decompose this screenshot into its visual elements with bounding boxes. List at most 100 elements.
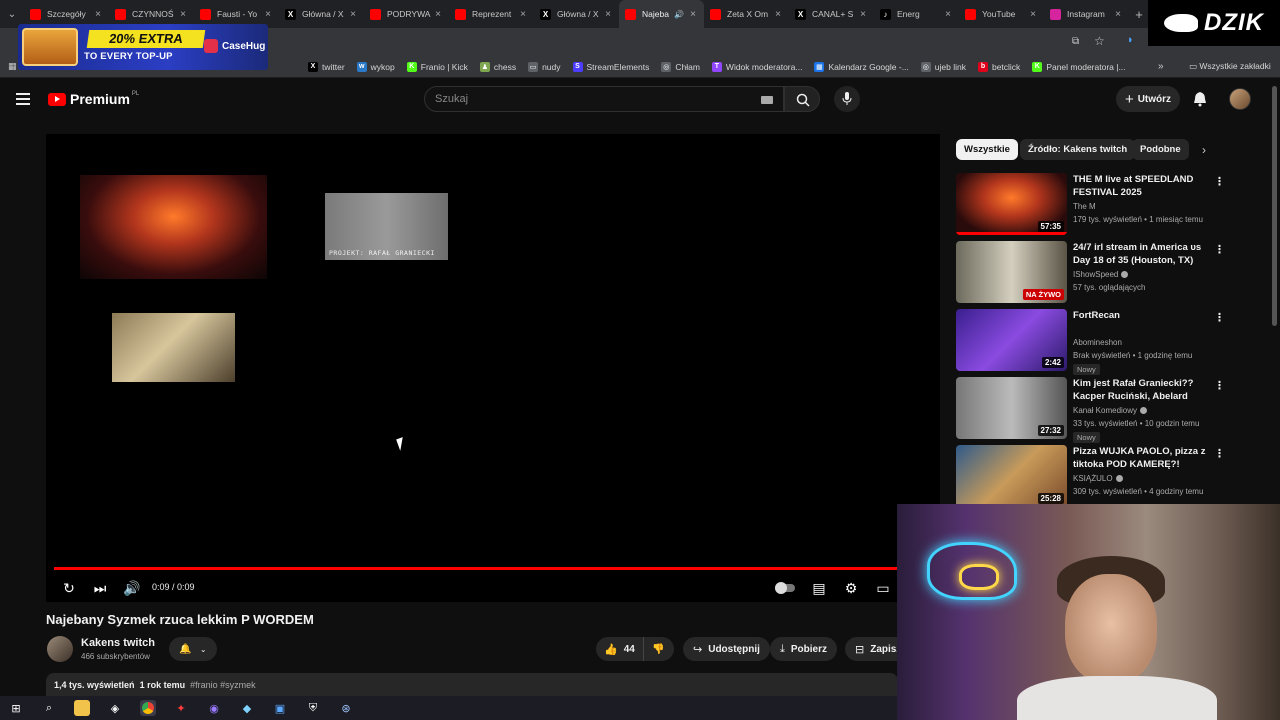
bookmark-item[interactable]: w wykop <box>356 61 395 72</box>
recommended-title[interactable]: FortRecan <box>1073 309 1211 322</box>
autoplay-toggle-icon[interactable] <box>774 578 796 598</box>
video-thumbnail[interactable]: 2:42 <box>956 309 1067 371</box>
tab-close-icon[interactable]: × <box>773 9 783 20</box>
recommended-video[interactable]: 57:35 THE M live at SPEEDLAND FESTIVAL 20… <box>956 173 1236 237</box>
description-box[interactable]: 1,4 tys. wyświetleń 1 rok temu #franio #… <box>46 673 898 697</box>
bookmark-item[interactable]: K Franio | Kick <box>406 61 468 72</box>
bookmark-star-icon[interactable]: ☆ <box>1094 34 1105 48</box>
video-thumbnail[interactable]: 57:35 <box>956 173 1067 235</box>
app-icon-4[interactable]: ◆ <box>239 700 255 716</box>
bookmark-item[interactable]: Xtwitter <box>308 61 345 72</box>
bookmark-item[interactable]: ▭ nudy <box>528 61 561 72</box>
menu-icon[interactable] <box>16 93 30 105</box>
bookmark-item[interactable]: ▦ Kalendarz Google -... <box>814 61 909 72</box>
share-button[interactable]: ↪ Udostępnij <box>683 637 770 661</box>
more-options-icon[interactable]: ⋮ <box>1214 379 1225 392</box>
tab-close-icon[interactable]: × <box>1113 9 1123 20</box>
browser-tab[interactable]: Reprezent × <box>449 0 534 28</box>
casehug-ad-banner[interactable]: 20% EXTRA TO EVERY TOP-UP CaseHug <box>18 24 268 70</box>
chip-all[interactable]: Wszystkie <box>956 139 1018 160</box>
recommended-title[interactable]: Kim jest Rafał Graniecki?? Kacper Rucińs… <box>1073 377 1211 403</box>
settings-gear-icon[interactable]: ⚙ <box>841 578 861 598</box>
tab-audio-icon[interactable]: 🔊 <box>674 10 684 19</box>
recommended-title[interactable]: 24/7 irl stream in America ᴜs Day 18 of … <box>1073 241 1211 267</box>
browser-tab[interactable]: Instagram × <box>1044 0 1129 28</box>
bookmark-item[interactable]: K Panel moderatora |... <box>1032 61 1126 72</box>
bookmark-item[interactable]: b betclick <box>977 61 1020 72</box>
recommended-video[interactable]: 27:32 Kim jest Rafał Graniecki?? Kacper R… <box>956 377 1236 443</box>
more-options-icon[interactable]: ⋮ <box>1214 447 1225 460</box>
video-player[interactable]: PROJEKT: RAFAŁ GRANIECKI ↻ ⏭ 🔊 0:09 / 0:… <box>46 134 940 602</box>
keyboard-icon[interactable] <box>761 96 773 104</box>
video-thumbnail[interactable]: 25:28 <box>956 445 1067 507</box>
replay-icon[interactable]: ↻ <box>59 578 79 598</box>
taskbar-search-icon[interactable]: ⌕ <box>41 700 57 716</box>
bookmark-item[interactable]: ◎ ujeb link <box>920 61 966 72</box>
chevron-right-icon[interactable]: › <box>1202 143 1206 157</box>
recommended-channel[interactable]: IShowSpeed <box>1073 270 1129 279</box>
install-app-icon[interactable]: ⧉ <box>1072 36 1079 47</box>
dislike-button[interactable]: 👎 <box>644 644 664 655</box>
tab-close-icon[interactable]: × <box>263 9 273 20</box>
bookmark-item[interactable]: ◎ Chłam <box>661 61 700 72</box>
extension-icon[interactable]: ◗ <box>1127 34 1134 46</box>
recommended-video[interactable]: 2:42 FortRecan Abomineshon Brak wyświetleń … <box>956 309 1236 375</box>
tab-close-icon[interactable]: × <box>858 9 868 20</box>
voice-search-button[interactable] <box>834 86 860 112</box>
progress-bar[interactable] <box>54 567 898 570</box>
next-icon[interactable]: ⏭ <box>90 578 110 598</box>
subtitles-icon[interactable]: ▤ <box>809 578 829 598</box>
browser-tab[interactable]: X CANAL+ S × <box>789 0 874 28</box>
chip-similar[interactable]: Podobne <box>1132 139 1189 160</box>
user-avatar[interactable] <box>1229 88 1251 110</box>
video-thumbnail[interactable]: 27:32 <box>956 377 1067 439</box>
bookmark-item[interactable]: ♟ chess <box>479 61 516 72</box>
hashtags[interactable]: #franio #syzmek <box>190 680 256 690</box>
tab-close-icon[interactable]: × <box>603 9 613 20</box>
browser-tab[interactable]: PODRYWA × <box>364 0 449 28</box>
tab-close-icon[interactable]: × <box>518 9 528 20</box>
recommended-channel[interactable]: Kanał Komediowy <box>1073 406 1148 415</box>
bookmarks-overflow-icon[interactable]: » <box>1158 61 1164 72</box>
bookmark-item[interactable]: T Widok moderatora... <box>711 61 802 72</box>
search-input[interactable]: Szukaj <box>424 86 784 112</box>
browser-tab[interactable]: X Główna / X × <box>279 0 364 28</box>
recommended-video[interactable]: 25:28 Pizza WUJKA PAOLO, pizza z tiktoka … <box>956 445 1236 509</box>
video-thumbnail[interactable]: NA ŻYWO <box>956 241 1067 303</box>
subscription-bell-button[interactable]: 🔔 ⌄ <box>169 637 217 661</box>
all-bookmarks-button[interactable]: ▭ Wszystkie zakładki <box>1189 61 1271 72</box>
bookmark-item[interactable]: S StreamElements <box>572 61 649 72</box>
recommended-title[interactable]: THE M live at SPEEDLAND FESTIVAL 2025 <box>1073 173 1211 199</box>
channel-avatar[interactable] <box>47 636 73 662</box>
end-screen-video-irl[interactable] <box>112 313 235 382</box>
more-options-icon[interactable]: ⋮ <box>1214 311 1225 324</box>
like-button[interactable]: 👍 44 <box>596 637 644 661</box>
browser-tab[interactable]: YouTube × <box>959 0 1044 28</box>
volume-icon[interactable]: 🔊 <box>122 578 142 598</box>
search-button[interactable] <box>784 86 820 112</box>
download-button[interactable]: ⤓ Pobierz <box>770 637 837 661</box>
more-options-icon[interactable]: ⋮ <box>1214 175 1225 188</box>
steam-icon[interactable]: ⊛ <box>338 700 354 716</box>
tab-close-icon[interactable]: × <box>348 9 358 20</box>
recommended-channel[interactable]: KSIĄŻULO <box>1073 474 1123 483</box>
app-icon-5[interactable]: ▣ <box>272 700 288 716</box>
browser-tab[interactable]: X Główna / X × <box>534 0 619 28</box>
create-button[interactable]: + Utwórz <box>1116 86 1180 112</box>
recommended-channel[interactable]: Abomineshon <box>1073 338 1122 347</box>
app-icon-1[interactable]: ◈ <box>107 700 123 716</box>
tab-close-icon[interactable]: × <box>1028 9 1038 20</box>
file-explorer-icon[interactable] <box>74 700 90 716</box>
tab-close-icon[interactable]: × <box>688 9 698 20</box>
browser-tab[interactable]: ♪ Energ × <box>874 0 959 28</box>
more-options-icon[interactable]: ⋮ <box>1214 243 1225 256</box>
windows-start-icon[interactable]: ⊞ <box>8 700 24 716</box>
chip-source[interactable]: Źródło: Kakens twitch <box>1020 139 1136 160</box>
end-screen-video-graniecki[interactable]: PROJEKT: RAFAŁ GRANIECKI <box>325 193 448 260</box>
youtube-premium-logo[interactable]: Premium PL <box>48 91 139 107</box>
theater-mode-icon[interactable]: ▭ <box>873 578 893 598</box>
channel-name[interactable]: Kakens twitch <box>81 637 155 649</box>
browser-tab[interactable]: Najeba 🔊 × <box>619 0 704 28</box>
save-button[interactable]: ⊟ Zapisz <box>845 637 897 661</box>
app-icon-2[interactable]: ✦ <box>173 700 189 716</box>
